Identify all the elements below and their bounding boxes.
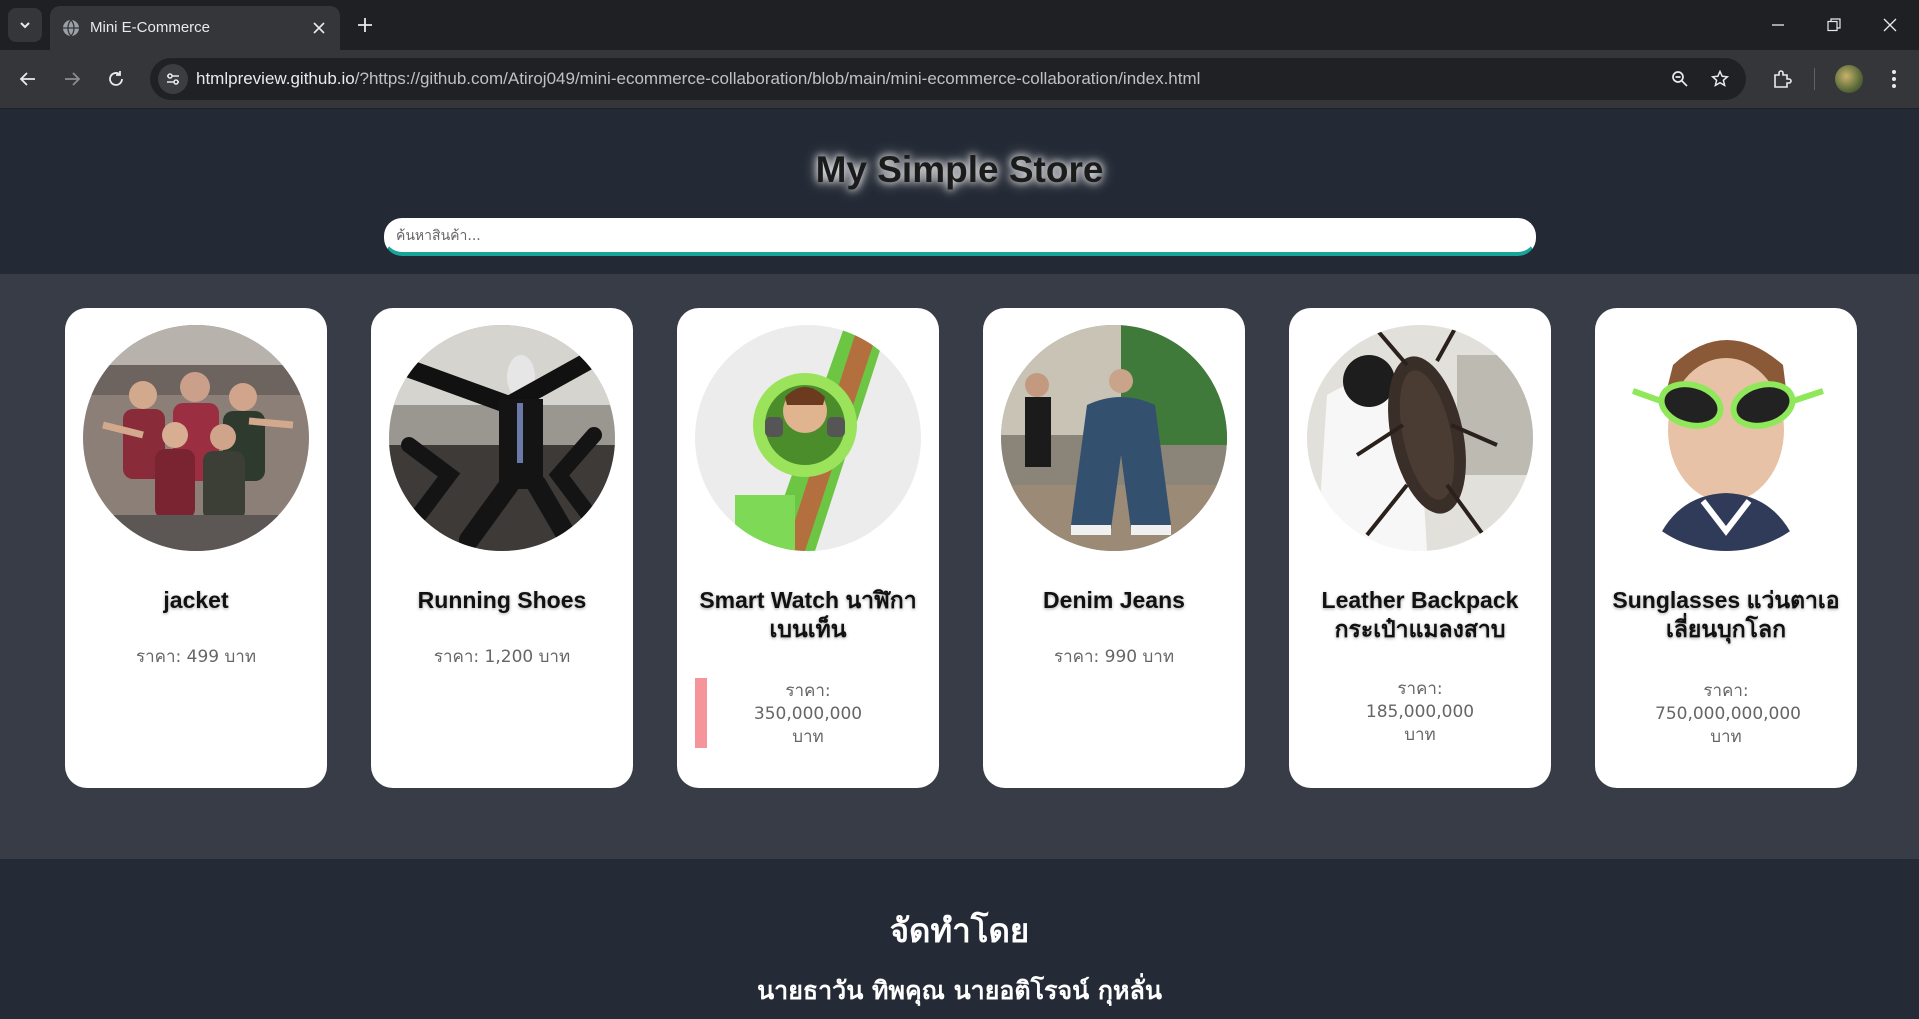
arrow-right-icon xyxy=(65,72,81,86)
tab-title: Mini E-Commerce xyxy=(90,19,211,36)
extensions-button[interactable] xyxy=(1768,65,1796,93)
site-info-button[interactable] xyxy=(158,64,188,94)
toolbar-divider xyxy=(1814,68,1815,90)
close-icon xyxy=(313,22,325,34)
site-header: My Simple Store xyxy=(0,109,1919,274)
forward-button[interactable] xyxy=(58,65,86,93)
product-price-line: ราคา: xyxy=(785,681,831,701)
product-image xyxy=(1613,325,1839,551)
product-name: Leather Backpack กระเป๋าแมลงสาบ xyxy=(1321,587,1519,642)
kebab-menu-icon xyxy=(1892,70,1896,88)
product-name: Sunglasses แว่นตาเอเลี่ยนบุกโลก xyxy=(1612,587,1840,642)
accent-bar xyxy=(695,678,707,748)
product-image xyxy=(389,325,615,551)
close-icon xyxy=(1883,18,1897,32)
puzzle-icon xyxy=(1774,70,1792,88)
product-price-line: 350,000,000 xyxy=(753,704,863,724)
browser-tab-bar: Mini E-Commerce xyxy=(0,0,1919,50)
url-host: htmlpreview.github.io xyxy=(196,69,355,88)
close-window-button[interactable] xyxy=(1877,12,1903,38)
product-image xyxy=(695,325,921,551)
product-price-line: ราคา: 990 บาท xyxy=(1053,647,1175,667)
search-input[interactable] xyxy=(384,218,1536,256)
product-image xyxy=(83,325,309,551)
reload-icon xyxy=(109,71,123,86)
product-price: ราคา: 185,000,000 บาท xyxy=(1349,678,1491,747)
product-price-line: 185,000,000 xyxy=(1365,702,1475,722)
product-name: Denim Jeans xyxy=(1043,587,1185,613)
product-card-running-shoes[interactable]: Running Shoes ราคา: 1,200 บาท xyxy=(371,308,633,788)
browser-tab[interactable]: Mini E-Commerce xyxy=(50,6,340,50)
product-price-line: ราคา: 1,200 บาท xyxy=(433,647,571,667)
restore-button[interactable] xyxy=(1821,12,1847,38)
new-tab-button[interactable] xyxy=(352,12,378,38)
product-card-jacket[interactable]: jacket ราคา: 499 บาท xyxy=(65,308,327,788)
tab-close-button[interactable] xyxy=(308,17,330,39)
zoom-button[interactable] xyxy=(1668,67,1692,91)
footer-title: จัดทำโดย xyxy=(889,911,1030,950)
product-price-line: บาท xyxy=(1404,725,1436,745)
product-price-line: ราคา: xyxy=(1397,679,1443,699)
minimize-button[interactable] xyxy=(1765,12,1791,38)
globe-icon xyxy=(63,19,79,37)
product-price: ราคา: 350,000,000 บาท xyxy=(737,680,879,749)
product-card-denim-jeans[interactable]: Denim Jeans ราคา: 990 บาท xyxy=(983,308,1245,788)
tune-icon xyxy=(167,73,179,85)
profile-avatar[interactable] xyxy=(1835,65,1863,93)
tab-search-button[interactable] xyxy=(8,8,42,42)
bookmark-button[interactable] xyxy=(1708,67,1732,91)
url-text: htmlpreview.github.io/?https://github.co… xyxy=(196,69,1200,89)
reload-button[interactable] xyxy=(102,65,130,93)
star-icon xyxy=(1711,70,1729,87)
address-bar[interactable]: htmlpreview.github.io/?https://github.co… xyxy=(150,58,1746,100)
zoom-icon xyxy=(1672,71,1688,87)
restore-icon xyxy=(1827,18,1841,32)
product-price-line: บาท xyxy=(1710,727,1742,747)
browser-menu-button[interactable] xyxy=(1880,65,1908,93)
page-title: My Simple Store xyxy=(815,149,1104,190)
product-price-line: บาท xyxy=(792,727,824,747)
web-page: My Simple Store j xyxy=(0,109,1919,1019)
product-price-line: 750,000,000,000 xyxy=(1655,704,1802,724)
back-button[interactable] xyxy=(14,65,42,93)
product-name: Running Shoes xyxy=(417,587,587,613)
search-bar xyxy=(384,218,1536,256)
product-name: Smart Watch นาฬิกาเบนเท็น xyxy=(699,587,917,642)
product-grid: jacket ราคา: 499 บาท Running Shoes ราคา:… xyxy=(0,274,1919,859)
product-card-leather-backpack[interactable]: Leather Backpack กระเป๋าแมลงสาบ ราคา: 18… xyxy=(1289,308,1551,788)
product-card-smart-watch[interactable]: Smart Watch นาฬิกาเบนเท็น ราคา: 350,000,… xyxy=(677,308,939,788)
browser-toolbar: htmlpreview.github.io/?https://github.co… xyxy=(0,50,1919,109)
product-price-line: ราคา: 499 บาท xyxy=(135,647,257,667)
product-image xyxy=(1001,325,1227,551)
minimize-icon xyxy=(1772,24,1784,26)
product-price-line: ราคา: xyxy=(1703,681,1749,701)
plus-icon xyxy=(358,18,372,32)
arrow-left-icon xyxy=(19,72,35,86)
product-price: ราคา: 990 บาท xyxy=(1043,646,1185,669)
product-price: ราคา: 750,000,000,000 บาท xyxy=(1655,680,1802,749)
chevron-down-icon xyxy=(20,22,30,29)
product-card-sunglasses[interactable]: Sunglasses แว่นตาเอเลี่ยนบุกโลก ราคา: 75… xyxy=(1595,308,1857,788)
product-name: jacket xyxy=(163,587,229,613)
site-footer: จัดทำโดย นายธาวัน ทิพคุณ นายอติโรจน์ กุห… xyxy=(0,859,1919,1019)
product-price: ราคา: 1,200 บาท xyxy=(431,646,573,669)
product-price: ราคา: 499 บาท xyxy=(125,646,267,669)
footer-authors: นายธาวัน ทิพคุณ นายอติโรจน์ กุหลั่น xyxy=(757,976,1162,1005)
url-path: /?https://github.com/Atiroj049/mini-ecom… xyxy=(354,69,1201,88)
product-image xyxy=(1307,325,1533,551)
